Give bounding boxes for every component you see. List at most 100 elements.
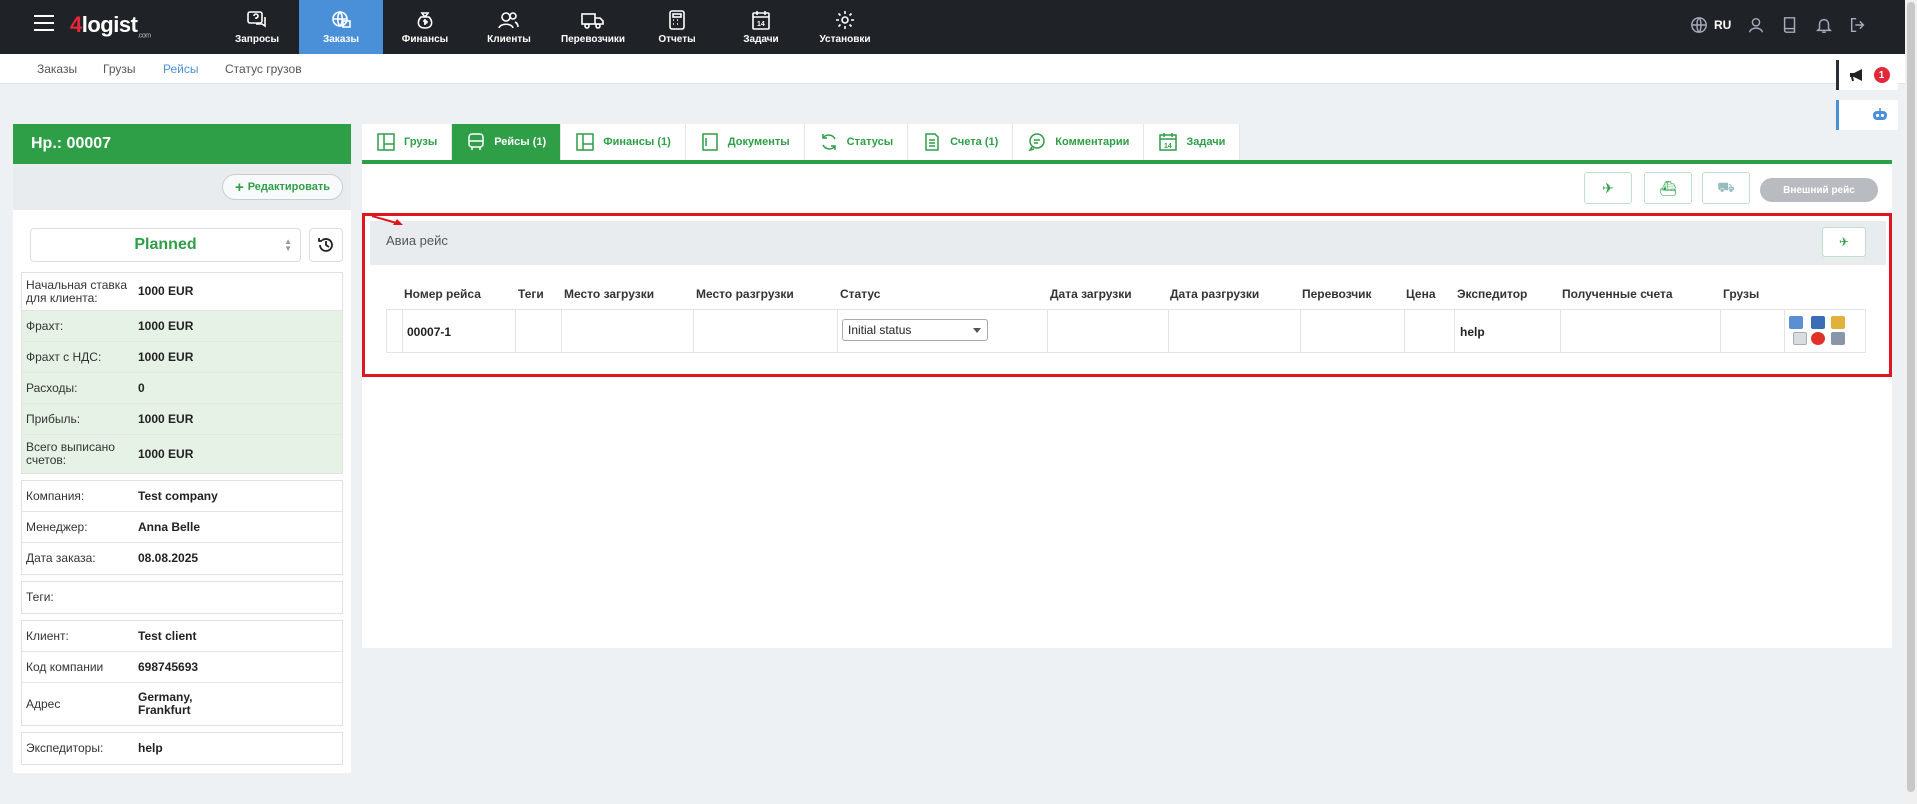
table-row: 00007-1 Initial status help	[386, 309, 1866, 353]
user-icon[interactable]	[1747, 16, 1765, 34]
nav-requests[interactable]: Запросы	[215, 0, 299, 54]
logo[interactable]: 4logist.com	[70, 12, 151, 39]
history-button[interactable]	[309, 228, 343, 262]
edit-doc-icon[interactable]	[1831, 316, 1845, 329]
svg-text:14: 14	[757, 21, 765, 28]
order-title: Нр.: 00007	[13, 124, 351, 164]
air-trip-title: Авиа рейс	[386, 233, 448, 248]
tab-invoices[interactable]: Счета (1)	[908, 124, 1014, 160]
nav-carriers[interactable]: Перевозчики	[551, 0, 635, 54]
finance-row: Прибыль: 1000 EUR	[22, 404, 342, 435]
subnav-cargo[interactable]: Грузы	[103, 62, 136, 76]
trip-number[interactable]: 00007-1	[407, 325, 451, 339]
bell-icon[interactable]	[1815, 16, 1833, 34]
open-book-icon[interactable]	[1811, 316, 1825, 329]
edit-button[interactable]: + Редактировать	[221, 174, 343, 200]
finance-row: Расходы: 0	[22, 373, 342, 404]
company-row: Дата заказа: 08.08.2025	[26, 551, 199, 565]
col-cargo: Грузы	[1723, 287, 1760, 301]
page-scrollbar[interactable]	[1905, 0, 1917, 804]
nav-clients[interactable]: Клиенты	[467, 0, 551, 54]
company-box: Компания: Test company Менеджер: Anna Bell…	[21, 480, 343, 575]
trip-status-select[interactable]: Initial status	[842, 319, 988, 341]
nav-orders[interactable]: Заказы	[299, 0, 383, 54]
money-bag-icon	[417, 11, 433, 29]
print-icon[interactable]	[1831, 332, 1845, 345]
nav-settings[interactable]: Установки	[803, 0, 887, 54]
table-header: Номер рейса Теги Место загрузки Место ра…	[386, 281, 1866, 309]
bus-icon	[468, 133, 484, 150]
language-label[interactable]: RU	[1714, 18, 1731, 32]
add-sea-trip-button[interactable]: ⛴	[1644, 172, 1692, 204]
col-trip-number: Номер рейса	[404, 287, 481, 301]
order-panel: Нр.: 00007 + Редактировать Planned ▲ ▼ Нача…	[13, 124, 351, 773]
client-row: Код компании 698745693	[22, 652, 342, 683]
tab-statuses[interactable]: Статусы	[804, 124, 909, 160]
svg-text:14: 14	[1164, 143, 1172, 150]
plane-icon: ✈	[1602, 179, 1614, 196]
assistant-button[interactable]	[1836, 100, 1898, 130]
col-status: Статус	[840, 287, 881, 301]
document-icon	[702, 133, 718, 151]
truck-icon	[581, 12, 604, 29]
subnav-trips[interactable]: Рейсы	[163, 62, 198, 76]
tab-tasks[interactable]: 14 Задачи	[1144, 124, 1241, 160]
panel-icon	[576, 133, 594, 151]
invoice-icon	[925, 133, 939, 151]
nav-finance[interactable]: Финансы	[383, 0, 467, 54]
ship-icon: ⛴	[1659, 179, 1677, 196]
forwarders-row: Экспедиторы: help	[26, 741, 163, 755]
view-doc-icon[interactable]	[1789, 316, 1803, 329]
external-trip-button[interactable]: Внешний рейс	[1760, 178, 1878, 202]
tags-box: Теги:	[21, 581, 343, 614]
air-trip-action-button[interactable]: ✈	[1822, 227, 1866, 257]
nav-reports[interactable]: Отчеты	[635, 0, 719, 54]
add-road-trip-button[interactable]: ⛟	[1702, 172, 1750, 204]
col-price: Цена	[1406, 287, 1436, 301]
finance-row: Фрахт с НДС: 1000 EUR	[22, 342, 342, 373]
tab-trips[interactable]: Рейсы (1)	[452, 124, 562, 160]
logout-icon[interactable]	[1849, 16, 1867, 34]
delete-icon[interactable]	[1811, 332, 1825, 345]
tab-cargo[interactable]: Грузы	[362, 124, 453, 160]
truck-icon: ⛟	[1717, 178, 1735, 195]
tags-row: Теги:	[26, 590, 54, 604]
globe-icon[interactable]	[1690, 16, 1708, 34]
calendar-icon: 14	[1159, 133, 1178, 151]
book-icon[interactable]	[1781, 16, 1799, 34]
tab-finance[interactable]: Финансы (1)	[561, 124, 686, 160]
col-carrier: Перевозчик	[1302, 287, 1372, 301]
comment-icon	[1028, 133, 1046, 152]
add-air-trip-button[interactable]: ✈	[1584, 172, 1632, 204]
tab-documents[interactable]: Документы	[685, 124, 805, 160]
users-icon	[498, 11, 519, 28]
plus-icon: +	[234, 178, 244, 196]
panel-icon	[377, 133, 395, 151]
calendar-icon: 14	[752, 10, 770, 30]
history-icon	[318, 238, 333, 252]
announcement-button[interactable]: 1	[1836, 60, 1898, 90]
nav-tasks[interactable]: 14 Задачи	[719, 0, 803, 54]
trip-forwarder: help	[1460, 325, 1485, 339]
plane-icon: ✈	[1838, 235, 1850, 249]
subnav-cargo-status[interactable]: Статус грузов	[225, 62, 302, 76]
client-box: Клиент: Test client Код компании 698745693…	[21, 620, 343, 726]
col-forwarder: Экспедитор	[1457, 287, 1528, 301]
sub-nav: Заказы Грузы Рейсы Статус грузов	[0, 54, 1905, 84]
subnav-orders[interactable]: Заказы	[37, 62, 77, 76]
order-tabs: Грузы Рейсы (1) Финансы (1) Документы Ст…	[362, 124, 1241, 160]
company-row: Менеджер: Anna Belle	[22, 512, 342, 543]
globe-box-icon	[332, 10, 351, 28]
status-select[interactable]: Planned ▲ ▼	[30, 228, 301, 262]
client-row: Адрес Germany, Frankfurt	[26, 690, 193, 717]
menu-icon[interactable]	[34, 15, 54, 33]
top-right-tools: RU	[1690, 16, 1867, 34]
megaphone-icon	[1849, 69, 1862, 82]
refresh-icon	[821, 134, 836, 150]
tab-comments[interactable]: Комментарии	[1013, 124, 1145, 160]
col-loading-date: Дата загрузки	[1050, 287, 1132, 301]
client-row: Клиент: Test client	[22, 621, 342, 652]
copy-icon[interactable]	[1793, 332, 1807, 345]
top-bar: 4logist.com Запросы Заказы Финансы Клиен…	[0, 0, 1905, 54]
trips-table: Номер рейса Теги Место загрузки Место ра…	[386, 281, 1866, 353]
